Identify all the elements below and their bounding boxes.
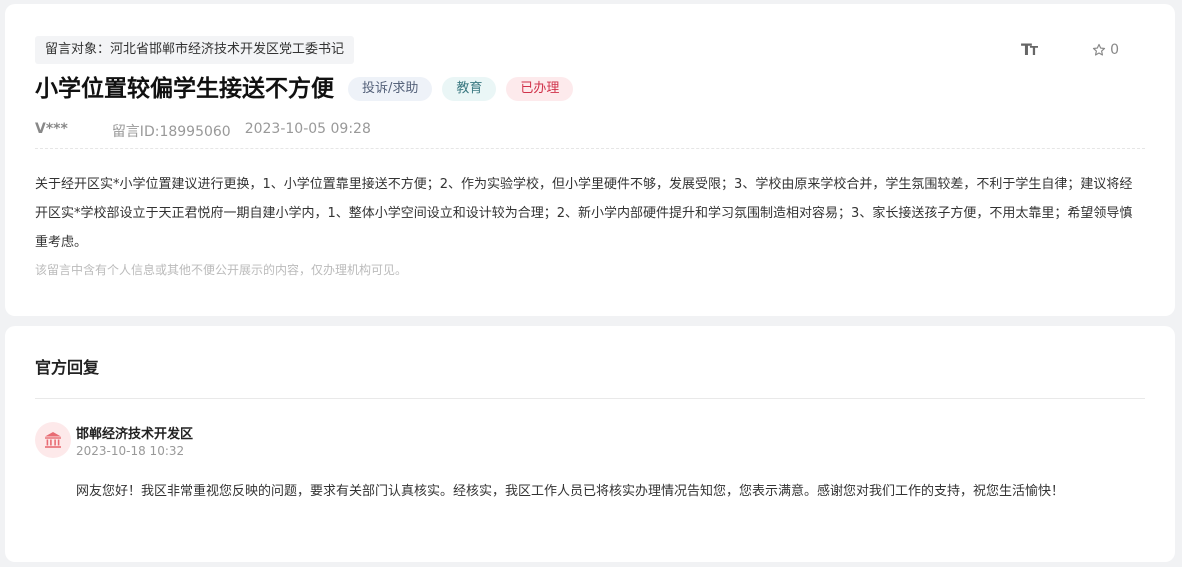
message-id: 留言ID:18995060 [111, 124, 231, 140]
font-size-icon-main: T [1020, 40, 1032, 59]
author-name: V*** [35, 121, 68, 137]
avatar [35, 422, 71, 458]
top-tools: TT 0 [1021, 40, 1119, 59]
page-title: 小学位置较偏学生接送不方便 [35, 76, 334, 102]
type-tag: 投诉/求助 [348, 77, 433, 101]
message-card: 留言对象：河北省邯郸市经济技术开发区党工委书记 TT 0 小学位置较偏学生接送不… [5, 4, 1175, 316]
org-name: 邯郸经济技术开发区 [76, 427, 194, 442]
message-meta: V*** 留言ID:18995060 2023-10-05 09:28 [35, 121, 371, 141]
reply-date: 2023-10-18 10:32 [76, 444, 185, 458]
favorite-count: 0 [1110, 41, 1119, 58]
meta-divider [35, 148, 1145, 149]
font-size-icon-sub: T [1029, 44, 1038, 58]
message-content: 关于经开区实*小学位置建议进行更换，1、小学位置靠里接送不方便；2、作为实验学校… [35, 177, 1133, 250]
message-date: 2023-10-05 09:28 [244, 121, 371, 137]
star-icon [1092, 43, 1106, 56]
favorite-button[interactable]: 0 [1092, 42, 1119, 58]
title-row: 小学位置较偏学生接送不方便 投诉/求助 教育 已办理 [35, 74, 574, 104]
font-size-icon[interactable]: TT [1020, 40, 1038, 59]
recipient-label: 留言对象：河北省邯郸市经济技术开发区党工委书记 [35, 36, 355, 64]
reply-divider [35, 398, 1145, 399]
status-badge: 已办理 [506, 77, 574, 101]
reply-card: 官方回复 邯郸经济技术开发区 2023-10-18 10:32 网友您好！我区非… [5, 326, 1175, 562]
privacy-note: 该留言中含有个人信息或其他不便公开展示的内容，仅办理机构可见。 [35, 263, 408, 277]
reply-heading: 官方回复 [35, 358, 100, 377]
category-tag: 教育 [442, 77, 497, 101]
reply-text: 网友您好！我区非常重视您反映的问题，要求有关部门认真核实。经核实，我区工作人员已… [76, 484, 1065, 499]
government-building-icon [45, 432, 61, 448]
